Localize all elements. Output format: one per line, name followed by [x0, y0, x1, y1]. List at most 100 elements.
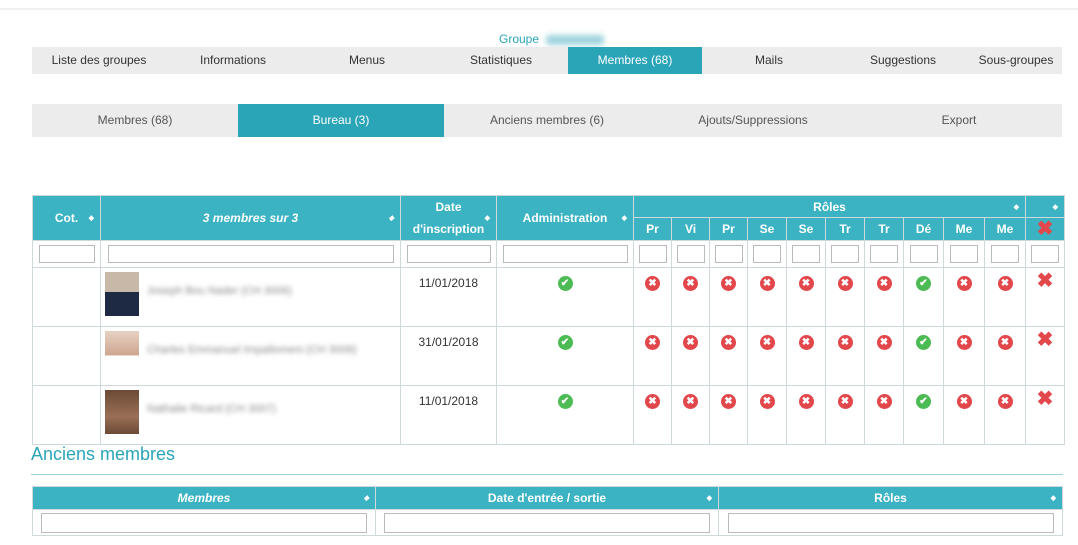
x-icon[interactable]: ✖	[1026, 271, 1064, 291]
cross-circle-icon[interactable]: ✖	[683, 394, 698, 409]
cross-circle-icon[interactable]: ✖	[721, 335, 736, 350]
subtab-bureau[interactable]: Bureau (3)	[238, 104, 444, 137]
col-admin[interactable]: Administration ◆	[496, 195, 634, 241]
subtab-anciens-membres[interactable]: Anciens membres (6)	[444, 104, 650, 137]
col-cot[interactable]: Cot. ◆	[32, 195, 101, 241]
filter-role-input[interactable]	[870, 245, 898, 263]
member-cell[interactable]: Charles Emmanuel Impallomeni (CH 3008)	[100, 326, 401, 386]
cross-circle-icon[interactable]: ✖	[876, 394, 892, 409]
filter-role-input[interactable]	[714, 245, 743, 263]
cross-circle-icon[interactable]: ✖	[837, 335, 853, 350]
subtab-export[interactable]: Export	[856, 104, 1062, 137]
cross-circle-icon[interactable]: ✖	[798, 394, 814, 409]
filter-role-input[interactable]	[950, 245, 978, 263]
remove-cell: ✖	[1025, 326, 1065, 386]
cross-circle-icon[interactable]: ✖	[876, 276, 892, 291]
check-circle-icon[interactable]: ✔	[916, 394, 931, 409]
group-title: Groupe	[499, 32, 605, 46]
cross-circle-icon[interactable]: ✖	[798, 335, 814, 350]
member-cell[interactable]: Nathalie Ricard (CH 3007)	[100, 385, 401, 445]
filter-row	[32, 240, 1065, 268]
col-old-dates[interactable]: Date d'entrée / sortie ◆	[375, 486, 719, 510]
role-cell: ✖	[864, 267, 904, 327]
filter-role-input[interactable]	[991, 245, 1019, 263]
check-circle-icon[interactable]: ✔	[916, 276, 931, 291]
col-old-roles[interactable]: Rôles ◆	[718, 486, 1063, 510]
cross-circle-icon[interactable]: ✖	[683, 276, 698, 291]
cross-circle-icon[interactable]: ✖	[956, 335, 972, 350]
tab-sous-groupes[interactable]: Sous-groupes	[970, 47, 1062, 74]
cross-circle-icon[interactable]: ✖	[721, 276, 736, 291]
role-cell: ✖	[786, 267, 826, 327]
avatar	[105, 331, 139, 375]
cross-circle-icon[interactable]: ✖	[645, 276, 660, 291]
role-cell: ✖	[943, 385, 985, 445]
tab-membres[interactable]: Membres (68)	[568, 47, 702, 74]
col-roles[interactable]: Rôles ◆	[633, 195, 1026, 218]
cross-circle-icon[interactable]: ✖	[759, 394, 775, 409]
filter-role-input[interactable]	[676, 245, 705, 263]
col-members[interactable]: 3 membres sur 3 ◆	[100, 195, 401, 241]
col-remove[interactable]: ◆	[1025, 195, 1065, 218]
filter-role-input[interactable]	[831, 245, 859, 263]
filter-role-input[interactable]	[909, 245, 938, 263]
role-cell: ✔	[903, 267, 944, 327]
tab-mails[interactable]: Mails	[702, 47, 836, 74]
filter-old-members-input[interactable]	[41, 512, 367, 533]
tab-suggestions[interactable]: Suggestions	[836, 47, 970, 74]
filter-old-dates-input[interactable]	[384, 512, 710, 533]
filter-role-input[interactable]	[638, 245, 667, 263]
cross-circle-icon[interactable]: ✖	[956, 394, 972, 409]
avatar	[105, 272, 139, 316]
cross-circle-icon[interactable]: ✖	[837, 276, 853, 291]
col-old-members[interactable]: Membres ◆	[32, 486, 376, 510]
bureau-table: Cot. ◆ 3 membres sur 3 ◆ Date d'inscript…	[32, 195, 1065, 445]
check-circle-icon[interactable]: ✔	[916, 335, 931, 350]
cross-circle-icon[interactable]: ✖	[645, 394, 660, 409]
check-circle-icon[interactable]: ✔	[557, 335, 573, 350]
tab-statistiques[interactable]: Statistiques	[434, 47, 568, 74]
cross-circle-icon[interactable]: ✖	[645, 335, 660, 350]
sort-arrows-icon: ◆	[621, 215, 627, 222]
subtab-membres[interactable]: Membres (68)	[32, 104, 238, 137]
group-label: Groupe	[499, 32, 540, 46]
cross-circle-icon[interactable]: ✖	[876, 335, 892, 350]
cross-circle-icon[interactable]: ✖	[759, 276, 775, 291]
cross-circle-icon[interactable]: ✖	[721, 394, 736, 409]
tab-liste-des-groupes[interactable]: Liste des groupes	[32, 47, 166, 74]
table-row: Nathalie Ricard (CH 3007) 11/01/2018 ✔ ✖ ✖ ✖ ✖…	[32, 385, 1065, 445]
filter-role-input[interactable]	[753, 245, 781, 263]
member-cell[interactable]: Joseph Bou Nader (CH 3006)	[100, 267, 401, 327]
filter-members-input[interactable]	[107, 245, 394, 263]
tab-informations[interactable]: Informations	[166, 47, 300, 74]
subtab-ajouts-suppressions[interactable]: Ajouts/Suppressions	[650, 104, 856, 137]
x-icon[interactable]: ✖	[1026, 389, 1064, 409]
cross-circle-icon[interactable]: ✖	[837, 394, 853, 409]
cross-circle-icon[interactable]: ✖	[759, 335, 775, 350]
admin-cell: ✔	[496, 267, 634, 327]
filter-role-input[interactable]	[792, 245, 820, 263]
col-date[interactable]: Date d'inscription ◆	[400, 195, 497, 241]
filter-admin-input[interactable]	[502, 245, 628, 263]
role-header: Pr	[633, 217, 672, 241]
cross-circle-icon[interactable]: ✖	[997, 276, 1013, 291]
check-circle-icon[interactable]: ✔	[557, 276, 573, 291]
role-header: Me	[943, 217, 985, 241]
role-cell: ✖	[984, 267, 1026, 327]
table-row: Charles Emmanuel Impallomeni (CH 3008) 31…	[32, 326, 1065, 386]
filter-remove-input[interactable]	[1031, 245, 1059, 263]
role-cell: ✔	[903, 326, 944, 386]
role-header: Tr	[825, 217, 865, 241]
check-circle-icon[interactable]: ✔	[557, 394, 573, 409]
cross-circle-icon[interactable]: ✖	[956, 276, 972, 291]
avatar	[105, 390, 139, 434]
cross-circle-icon[interactable]: ✖	[798, 276, 814, 291]
x-icon[interactable]: ✖	[1026, 330, 1064, 350]
filter-cot-input[interactable]	[38, 245, 95, 263]
filter-old-roles-input[interactable]	[727, 512, 1054, 533]
cross-circle-icon[interactable]: ✖	[997, 335, 1013, 350]
filter-date-input[interactable]	[406, 245, 491, 263]
cross-circle-icon[interactable]: ✖	[683, 335, 698, 350]
cross-circle-icon[interactable]: ✖	[997, 394, 1013, 409]
tab-menus[interactable]: Menus	[300, 47, 434, 74]
